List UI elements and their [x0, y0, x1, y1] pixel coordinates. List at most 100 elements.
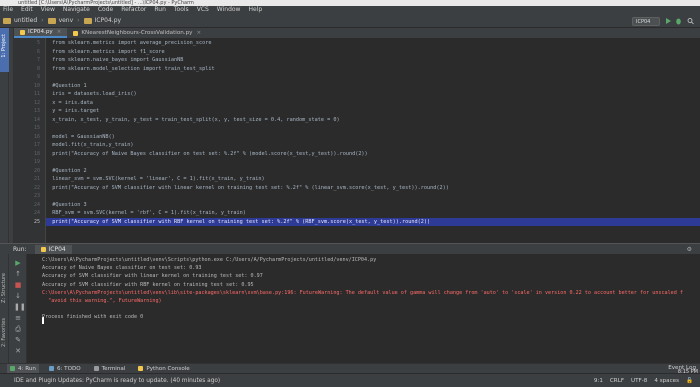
line-number: 25	[33, 218, 40, 225]
menu-item-run[interactable]: Run	[154, 6, 166, 14]
code-line[interactable]: x_train, x_test, y_train, y_test = train…	[46, 116, 700, 125]
line-separator[interactable]: CRLF	[610, 378, 624, 384]
tool-tab[interactable]: 4: Run	[7, 364, 39, 373]
menu-item-window[interactable]: Window	[217, 6, 241, 14]
code-line[interactable]: RBF_svm = svm.SVC(kernel = 'rbf', C = 1)…	[46, 209, 700, 218]
run-configuration-select[interactable]: ICP04	[632, 17, 660, 26]
run-console-output[interactable]: C:\Users\A\PycharmProjects\untitled\venv…	[27, 254, 700, 363]
menu-item-navigate[interactable]: Navigate	[63, 6, 90, 14]
tool-tab[interactable]: Terminal	[91, 364, 129, 373]
run-icon[interactable]	[665, 17, 672, 25]
console-line: Process finished with exit code 0	[42, 314, 144, 321]
indent-setting[interactable]: 4 spaces	[654, 378, 679, 384]
current-code-line[interactable]: print("Accuracy of SVM classifier with R…	[46, 217, 700, 226]
print-icon[interactable]: ⎙	[14, 325, 22, 333]
code-line[interactable]: #Question 3	[46, 201, 700, 210]
code-line[interactable]: #Question 2	[46, 167, 700, 176]
editor-tab-label: KNearestNeighbours-CrossValidation.py	[81, 30, 193, 36]
lock-icon[interactable]: 🔓	[686, 378, 693, 384]
navigation-bar: untitled › venv › ICP04.py	[0, 14, 700, 28]
file-encoding[interactable]: UTF-8	[631, 378, 647, 384]
line-number: 10	[33, 82, 40, 89]
breadcrumb: untitled › venv › ICP04.py	[3, 17, 121, 24]
tool-tab-label: Python Console	[146, 365, 190, 372]
soft-wrap-icon[interactable]: ≡	[14, 314, 22, 322]
python-file-icon	[40, 246, 46, 252]
run-panel-header: Run: ICP04 ⚙	[0, 243, 700, 254]
menu-item-code[interactable]: Code	[98, 6, 113, 14]
project-tool-label[interactable]: 1: Project	[1, 34, 7, 58]
delete-icon[interactable]: ✕	[14, 347, 22, 355]
search-icon[interactable]	[687, 17, 694, 25]
line-number: 19	[33, 159, 40, 165]
code-line[interactable]: print("Accuracy of Naive Bayes classifie…	[46, 150, 700, 159]
code-line[interactable]	[46, 124, 700, 133]
code-line[interactable]: model = GaussianNB()	[46, 133, 700, 142]
line-number: 17	[33, 142, 40, 148]
editor-tab[interactable]: ICP04.py ×	[14, 27, 68, 38]
line-number: 23	[33, 193, 40, 199]
code-line[interactable]: from sklearn.metrics import f1_score	[46, 48, 700, 57]
code-line[interactable]	[46, 192, 700, 201]
breadcrumb-separator-icon: ›	[77, 17, 80, 24]
tool-tab[interactable]: 6: TODO	[46, 364, 84, 373]
cursor-position[interactable]: 9:1	[594, 378, 603, 384]
scroll-up-icon[interactable]: ↑	[14, 270, 22, 278]
line-number: 24	[33, 201, 40, 208]
menu-item-file[interactable]: File	[3, 6, 13, 14]
tool-tab-label: Terminal	[101, 365, 126, 372]
code-line[interactable]: y = iris.target	[46, 107, 700, 116]
editor-tab[interactable]: KNearestNeighbours-CrossValidation.py ×	[67, 28, 207, 38]
code-line[interactable]: from sklearn.naive_bayes import Gaussian…	[46, 56, 700, 65]
code-editor[interactable]: 5 6 7 8 9 10 11 12 13 14 15 16 17 18 19 20 21 22 23 24 24 25 …	[14, 38, 700, 243]
line-number: 24	[33, 210, 40, 216]
line-number-gutter: 5 6 7 8 9 10 11 12 13 14 15 16 17 18 19 20 21 22 23 24 24 25	[14, 38, 46, 243]
pause-icon[interactable]: ❚❚	[14, 303, 26, 311]
menu-item-vcs[interactable]: VCS	[197, 6, 209, 14]
breadcrumb-item[interactable]: ICP04.py	[95, 17, 121, 24]
menu-item-refactor[interactable]: Refactor	[121, 6, 146, 14]
rerun-icon[interactable]: ▶	[14, 259, 22, 267]
line-number: 8	[36, 65, 40, 72]
structure-tool-label[interactable]: Z: Structure	[1, 273, 7, 303]
code-line[interactable]: from sklearn.model_selection import trai…	[46, 65, 700, 74]
code-line[interactable]	[46, 158, 700, 167]
menu-item-view[interactable]: View	[41, 6, 55, 14]
left-tool-strip: 1: Project Z: Structure 2: Favorites	[0, 28, 9, 363]
close-tab-icon[interactable]: ×	[57, 27, 62, 37]
close-tab-icon[interactable]: ×	[196, 28, 201, 38]
code-line[interactable]: x = iris.data	[46, 99, 700, 108]
favorites-tool-label[interactable]: 2: Favorites	[1, 318, 7, 347]
line-number: 7	[36, 57, 40, 63]
tool-window-tabs: 4: Run 6: TODO Terminal Python Console Event…	[0, 363, 700, 373]
line-number: 20	[33, 167, 40, 174]
editor-tabs: ICP04.py × KNearestNeighbours-CrossValidat…	[14, 28, 700, 38]
settings-icon[interactable]: ⚙	[687, 246, 692, 253]
line-number: 11	[33, 91, 40, 97]
code-line[interactable]	[46, 73, 700, 82]
code-line[interactable]: linear_svm = svm.SVC(kernel = 'linear', …	[46, 175, 700, 184]
menu-item-help[interactable]: Help	[248, 6, 262, 14]
tool-tab[interactable]: Python Console	[135, 364, 192, 373]
pin-tab-icon[interactable]: ✎	[14, 336, 22, 344]
menu-item-edit[interactable]: Edit	[21, 6, 33, 14]
status-message[interactable]: IDE and Plugin Updates: PyCharm is ready…	[14, 378, 220, 384]
stop-icon[interactable]: ■	[14, 281, 22, 289]
code-line[interactable]: print("Accuracy of SVM classifier with l…	[46, 184, 700, 193]
breadcrumb-item[interactable]: venv	[59, 17, 74, 24]
breadcrumb-item[interactable]: untitled	[14, 17, 37, 24]
console-warning-line: C:\Users\A\PycharmProjects\untitled\venv…	[42, 289, 683, 296]
menu-item-tools[interactable]: Tools	[174, 6, 189, 14]
run-tab-icp04[interactable]: ICP04	[34, 244, 72, 254]
code-line[interactable]: #Question 1	[46, 82, 700, 91]
code-line[interactable]: iris = datasets.load_iris()	[46, 90, 700, 99]
scroll-down-icon[interactable]: ↓	[14, 292, 22, 300]
code-line[interactable]: model.fit(x_train,y_train)	[46, 141, 700, 150]
python-console-icon	[138, 366, 144, 371]
code-line[interactable]: from sklearn.metrics import average_prec…	[46, 39, 700, 48]
status-bar: IDE and Plugin Updates: PyCharm is ready…	[0, 373, 700, 387]
folder-icon	[83, 17, 92, 24]
debug-icon[interactable]	[675, 17, 682, 25]
code-area[interactable]: from sklearn.metrics import average_prec…	[46, 38, 700, 243]
tool-tab-label: 4: Run	[18, 365, 36, 372]
